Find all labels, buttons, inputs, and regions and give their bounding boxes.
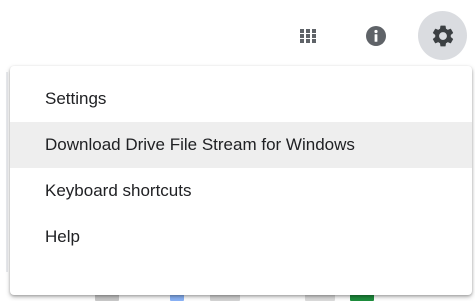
apps-grid-icon	[300, 29, 316, 43]
gear-icon	[432, 25, 453, 46]
info-icon	[366, 26, 386, 46]
menu-item-label: Keyboard shortcuts	[45, 181, 192, 200]
menu-item-help[interactable]: Help	[10, 214, 472, 260]
background-panel-edge	[6, 72, 8, 272]
apps-button[interactable]	[288, 16, 328, 56]
menu-item-label: Help	[45, 227, 80, 246]
menu-item-download-drive-file-stream[interactable]: Download Drive File Stream for Windows	[10, 122, 472, 168]
menu-item-label: Settings	[45, 89, 107, 108]
settings-button[interactable]	[418, 11, 467, 60]
top-toolbar	[0, 0, 475, 72]
settings-menu: Settings Download Drive File Stream for …	[10, 66, 472, 295]
menu-item-keyboard-shortcuts[interactable]: Keyboard shortcuts	[10, 168, 472, 214]
menu-item-settings[interactable]: Settings	[10, 76, 472, 122]
menu-item-label: Download Drive File Stream for Windows	[45, 135, 355, 154]
info-button[interactable]	[356, 16, 396, 56]
